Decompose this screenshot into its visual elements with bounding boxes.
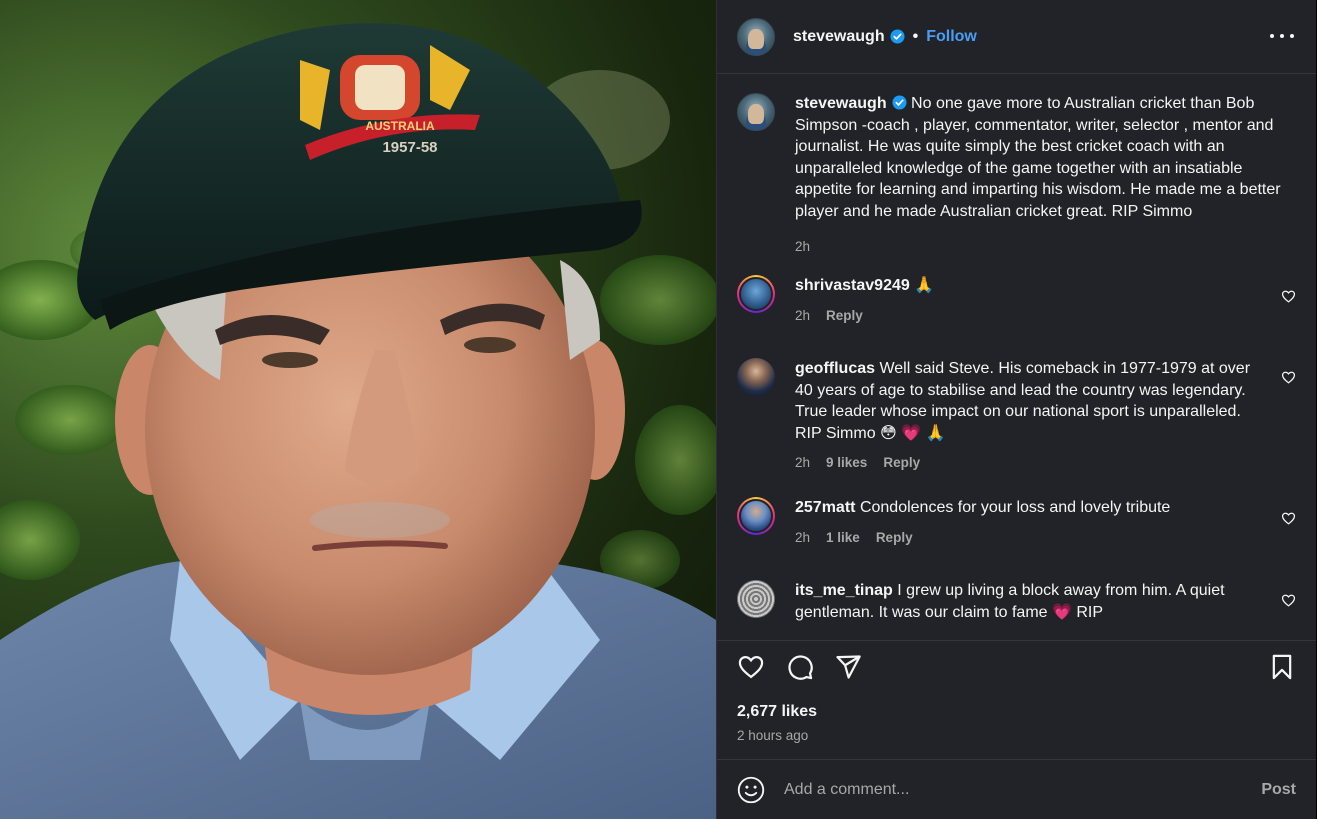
comment-composer: Post	[717, 759, 1316, 819]
reply-button[interactable]: Reply	[876, 527, 913, 549]
comment-likes-count[interactable]: 9 likes	[826, 452, 867, 474]
post-actions: 2,677 likes 2 hours ago	[717, 640, 1316, 760]
comment-item: shrivastav9249 🙏 2h Reply	[737, 275, 1296, 326]
comment-like-icon[interactable]	[1281, 289, 1296, 304]
likes-count[interactable]: 2,677 likes	[737, 703, 817, 721]
comment-time: 2h	[795, 529, 811, 545]
reply-button[interactable]: Reply	[826, 305, 863, 327]
caption-text: No one gave more to Australian cricket t…	[795, 95, 1281, 220]
smiley-icon[interactable]	[737, 776, 765, 804]
commenter-avatar[interactable]	[737, 358, 775, 396]
commenter-avatar[interactable]	[737, 275, 775, 313]
comment-input[interactable]	[784, 780, 1262, 799]
photo-illustration: AUSTRALIA 1957-58	[0, 23, 716, 819]
comment-username[interactable]: 257matt	[795, 499, 855, 516]
post-timestamp[interactable]: 2 hours ago	[737, 728, 808, 743]
post-header: stevewaugh • Follow	[717, 0, 1316, 74]
action-icons	[737, 653, 1296, 683]
caption-time: 2h	[795, 239, 811, 254]
cap-years-text: 1957-58	[382, 139, 437, 156]
commenter-avatar[interactable]	[737, 497, 775, 535]
verified-badge-icon	[890, 29, 905, 44]
comment-username[interactable]: shrivastav9249	[795, 277, 910, 294]
comment-username[interactable]: its_me_tinap	[795, 582, 893, 599]
post-photo: AUSTRALIA 1957-58	[0, 0, 716, 819]
follow-button[interactable]: Follow	[926, 28, 977, 46]
send-icon[interactable]	[834, 653, 862, 681]
comment-like-icon[interactable]	[1281, 593, 1296, 608]
commenter-avatar[interactable]	[737, 580, 775, 618]
comment-likes-count[interactable]: 1 like	[826, 527, 860, 549]
post-comment-button[interactable]: Post	[1261, 781, 1296, 799]
comment-item: geofflucas Well said Steve. His comeback…	[737, 358, 1296, 474]
comment-username[interactable]: geofflucas	[795, 360, 875, 377]
reply-button[interactable]: Reply	[883, 452, 920, 474]
bookmark-icon[interactable]	[1268, 653, 1296, 681]
post-caption: stevewaugh No one gave more to Australia…	[737, 93, 1296, 258]
comment-item: its_me_tinap I grew up living a block aw…	[737, 580, 1296, 623]
comment-time: 2h	[795, 455, 811, 470]
comment-time: 2h	[795, 307, 811, 323]
heart-icon[interactable]	[737, 653, 765, 681]
instagram-post-viewer: AUSTRALIA 1957-58 stevewaugh • Follow st…	[0, 0, 1317, 819]
caption-avatar[interactable]	[737, 93, 775, 131]
comment-item: 257matt Condolences for your loss and lo…	[737, 497, 1296, 548]
cap-country-text: AUSTRALIA	[365, 119, 435, 133]
author-username[interactable]: stevewaugh	[793, 28, 885, 46]
comment-text: 🙏	[914, 277, 935, 294]
post-detail-panel: stevewaugh • Follow stevewaugh No one ga…	[716, 0, 1316, 819]
comment-text: Condolences for your loss and lovely tri…	[859, 499, 1171, 516]
comment-like-icon[interactable]	[1281, 511, 1296, 526]
comments-list[interactable]: stevewaugh No one gave more to Australia…	[717, 75, 1316, 640]
more-options-icon[interactable]	[1270, 26, 1294, 46]
comment-icon[interactable]	[786, 653, 814, 681]
verified-badge-icon	[892, 95, 907, 110]
comment-like-icon[interactable]	[1281, 370, 1296, 385]
separator-dot: •	[912, 27, 919, 45]
caption-username[interactable]: stevewaugh	[795, 95, 887, 112]
author-avatar[interactable]	[737, 17, 775, 56]
